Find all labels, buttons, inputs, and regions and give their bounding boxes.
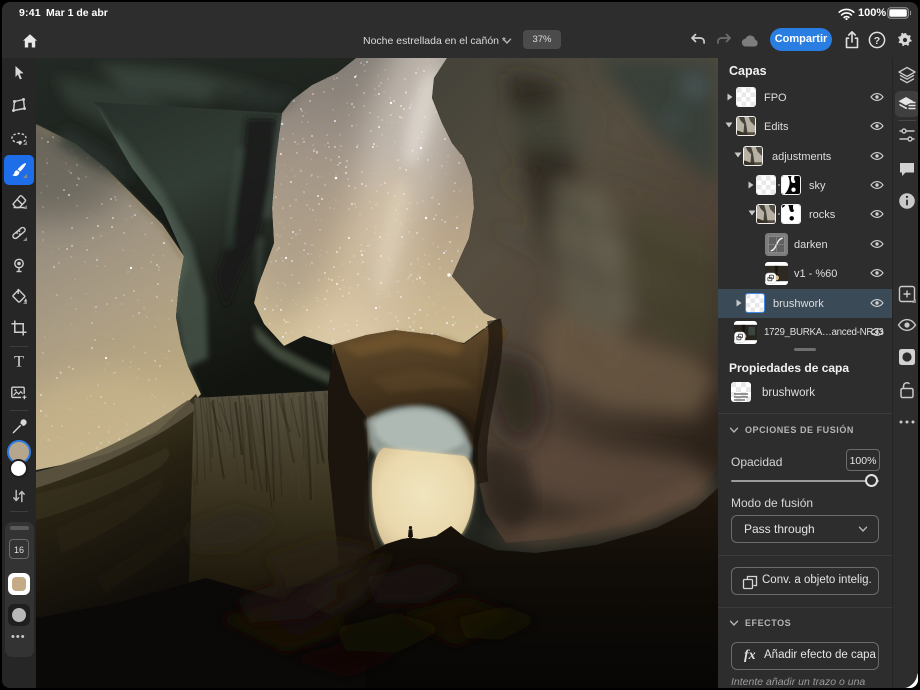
svg-text:?: ?	[874, 35, 880, 47]
svg-text:T: T	[14, 354, 24, 371]
